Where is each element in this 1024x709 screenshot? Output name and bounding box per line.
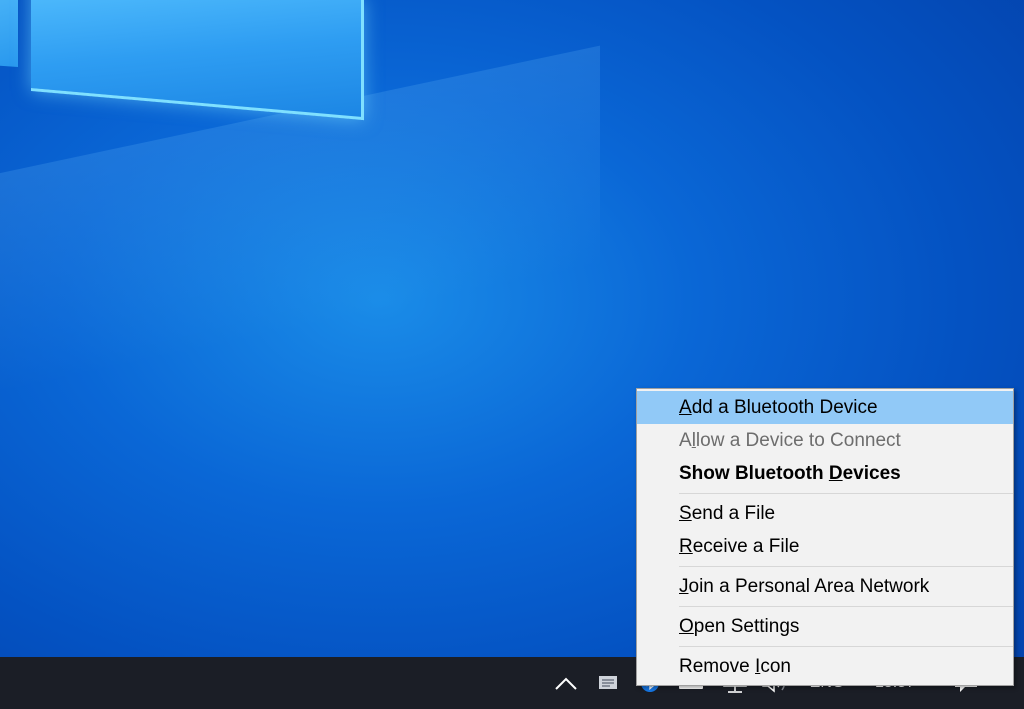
menu-item-label-post: eceive a File	[692, 536, 800, 557]
menu-item-show-bluetooth-devices[interactable]: Show Bluetooth Devices	[637, 457, 1013, 490]
menu-item-label-post: dd a Bluetooth Device	[691, 397, 878, 418]
menu-item-open-settings[interactable]: Open Settings	[637, 610, 1013, 643]
menu-separator	[679, 646, 1013, 647]
menu-item-label-post: con	[760, 656, 791, 677]
wallpaper-window-pane-left	[0, 0, 18, 68]
menu-separator	[679, 493, 1013, 494]
message-icon[interactable]	[594, 657, 622, 709]
chevron-up-icon[interactable]	[552, 657, 580, 709]
menu-item-remove-icon[interactable]: Remove Icon	[637, 650, 1013, 683]
menu-item-join-personal-area-network[interactable]: Join a Personal Area Network	[637, 570, 1013, 603]
menu-item-label-post: oin a Personal Area Network	[688, 576, 930, 597]
wallpaper-window-pane-right	[31, 0, 364, 121]
menu-item-receive-a-file[interactable]: Receive a File	[637, 530, 1013, 563]
menu-separator	[679, 566, 1013, 567]
menu-item-add-bluetooth-device[interactable]: Add a Bluetooth Device	[637, 391, 1013, 424]
menu-item-label-pre: Show Bluetooth	[679, 463, 829, 484]
menu-item-access-key: S	[679, 503, 692, 524]
menu-item-access-key: A	[679, 397, 692, 418]
menu-item-access-key: O	[679, 616, 694, 637]
menu-item-access-key: D	[828, 463, 843, 484]
menu-item-label-post: low a Device to Connect	[695, 430, 901, 451]
menu-item-send-a-file[interactable]: Send a File	[637, 497, 1013, 530]
menu-item-label-post: evices	[842, 463, 901, 484]
menu-item-access-key: J	[679, 576, 689, 597]
bluetooth-context-menu: Add a Bluetooth Device Allow a Device to…	[636, 388, 1014, 686]
menu-item-label-pre: A	[679, 430, 692, 451]
menu-separator	[679, 606, 1013, 607]
menu-item-allow-device-to-connect: Allow a Device to Connect	[637, 424, 1013, 457]
menu-item-label-pre: Remove	[679, 656, 756, 677]
menu-item-label-post: end a File	[691, 503, 776, 524]
menu-item-label-post: pen Settings	[693, 616, 800, 637]
menu-item-access-key: R	[679, 536, 693, 557]
